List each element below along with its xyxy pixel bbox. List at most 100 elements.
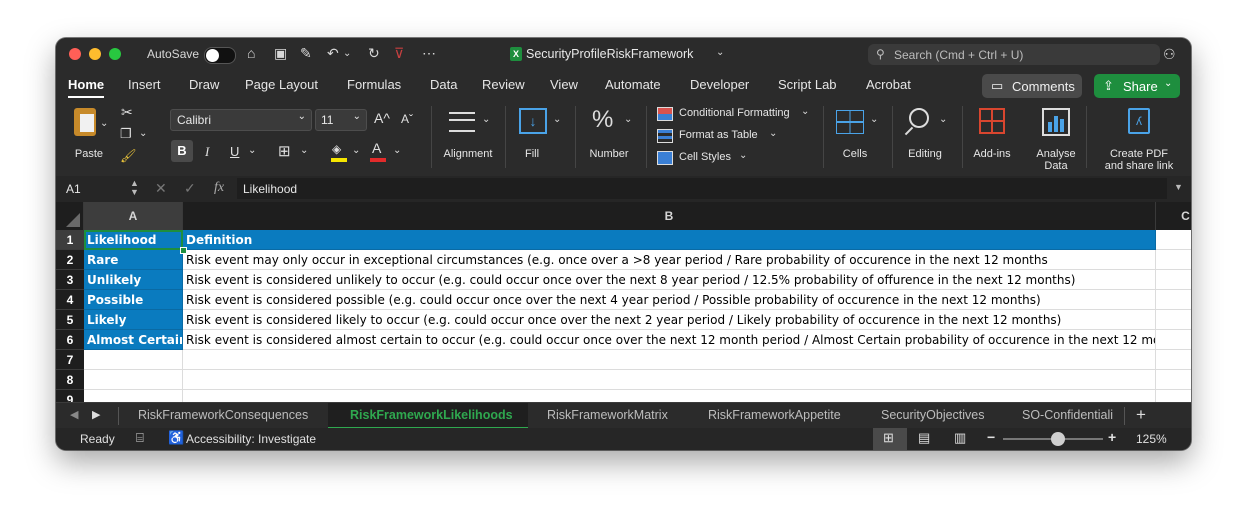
cell-b4[interactable]: Risk event is considered possible (e.g. …: [183, 290, 1156, 310]
row-header-7[interactable]: 7: [56, 350, 84, 370]
add-sheet-icon[interactable]: +: [1136, 405, 1146, 425]
prev-sheet-icon[interactable]: ◀: [70, 408, 78, 421]
tab-view[interactable]: View: [550, 77, 578, 92]
name-box[interactable]: A1: [66, 182, 81, 196]
number-button[interactable]: % ⌄ Number: [586, 106, 638, 168]
zoom-slider-knob[interactable]: [1051, 432, 1065, 446]
paste-button[interactable]: ⌄ Paste: [70, 106, 112, 164]
comments-button[interactable]: ▭ Comments: [982, 74, 1082, 98]
zoom-in-icon[interactable]: +: [1108, 429, 1116, 445]
font-color-button[interactable]: A: [370, 140, 386, 162]
tab-acrobat[interactable]: Acrobat: [866, 77, 911, 92]
cut-icon[interactable]: ✂: [121, 104, 133, 121]
confirm-entry-icon[interactable]: ✓: [184, 180, 196, 197]
cell-a4[interactable]: Possible: [84, 290, 183, 310]
sheet-tab-likelihoods-bg[interactable]: RiskFrameworkLikelihoods: [328, 403, 528, 429]
formula-input[interactable]: Likelihood: [237, 178, 1167, 199]
title-chevron-icon[interactable]: ⌄: [716, 47, 724, 58]
zoom-slider[interactable]: [1003, 432, 1103, 446]
cell-a6[interactable]: Almost Certain: [84, 330, 183, 350]
underline-chevron-icon[interactable]: ⌄: [248, 145, 256, 156]
cell-a2[interactable]: Rare: [84, 250, 183, 270]
format-painter-icon[interactable]: 🖌: [120, 148, 137, 164]
row-header-3[interactable]: 3: [56, 270, 84, 290]
cell-b1[interactable]: Definition: [183, 230, 1156, 250]
cell-b8[interactable]: [183, 370, 1156, 390]
decrease-font-size-icon[interactable]: Aˇ: [401, 112, 413, 126]
cell-a9[interactable]: [84, 390, 183, 402]
cell-b7[interactable]: [183, 350, 1156, 370]
expand-formula-icon[interactable]: ▼: [1174, 182, 1183, 192]
fill-color-chevron-icon[interactable]: ⌄: [352, 145, 360, 156]
tab-data[interactable]: Data: [430, 77, 457, 92]
cell-c6[interactable]: [1156, 330, 1191, 350]
cell-a7[interactable]: [84, 350, 183, 370]
cell-b2[interactable]: Risk event may only occur in exceptional…: [183, 250, 1156, 270]
page-break-view-icon[interactable]: ▥: [954, 430, 966, 446]
cell-c8[interactable]: [1156, 370, 1191, 390]
editing-button[interactable]: ⌄ Editing: [901, 106, 955, 168]
fill-button[interactable]: ↓ ⌄ Fill: [515, 106, 565, 168]
save-as-icon[interactable]: ✎: [300, 45, 312, 62]
zoom-out-icon[interactable]: −: [987, 429, 995, 445]
sheet-tab-consequences[interactable]: RiskFrameworkConsequences: [138, 408, 308, 422]
sheet-tab-likelihoods[interactable]: RiskFrameworkLikelihoods: [350, 408, 513, 422]
cell-c2[interactable]: [1156, 250, 1191, 270]
paste-chevron-icon[interactable]: ⌄: [100, 118, 108, 129]
row-header-4[interactable]: 4: [56, 290, 84, 310]
fill-handle[interactable]: [180, 247, 187, 254]
cancel-entry-icon[interactable]: ✕: [155, 180, 167, 197]
save-icon[interactable]: ▣: [274, 45, 287, 62]
row-header-1[interactable]: 1: [56, 230, 84, 250]
format-as-table-button[interactable]: Format as Table ⌄: [657, 128, 797, 146]
cell-a3[interactable]: Unlikely: [84, 270, 183, 290]
cell-b5[interactable]: Risk event is considered likely to occur…: [183, 310, 1156, 330]
insert-function-icon[interactable]: fx: [214, 180, 224, 196]
copy-chevron-icon[interactable]: ⌄: [139, 128, 147, 139]
cell-c9[interactable]: [1156, 390, 1191, 402]
fill-color-button[interactable]: ◈: [331, 142, 347, 162]
tab-developer[interactable]: Developer: [690, 77, 749, 92]
row-header-8[interactable]: 8: [56, 370, 84, 390]
cell-a8[interactable]: [84, 370, 183, 390]
tab-draw[interactable]: Draw: [189, 77, 219, 92]
share-button[interactable]: ⇪ Share ⌄: [1094, 74, 1180, 98]
conditional-formatting-button[interactable]: Conditional Formatting ⌄: [657, 106, 817, 124]
zoom-window-button[interactable]: [109, 48, 121, 60]
borders-icon[interactable]: ⊞: [278, 142, 291, 160]
font-size-select[interactable]: 11 ⌄: [315, 109, 367, 131]
cell-styles-button[interactable]: Cell Styles ⌄: [657, 150, 777, 168]
accessibility-icon[interactable]: ♿: [168, 430, 184, 446]
cell-b6[interactable]: Risk event is considered almost certain …: [183, 330, 1156, 350]
tab-page-layout[interactable]: Page Layout: [245, 77, 318, 92]
tab-automate[interactable]: Automate: [605, 77, 661, 92]
font-name-select[interactable]: Calibri ⌄: [170, 109, 312, 131]
alignment-button[interactable]: ⌄ Alignment: [441, 106, 495, 168]
redo-icon[interactable]: ↻: [368, 45, 380, 62]
column-header-a[interactable]: A: [84, 202, 183, 230]
cell-c5[interactable]: [1156, 310, 1191, 330]
autosave-toggle[interactable]: [204, 47, 236, 64]
row-header-9[interactable]: 9: [56, 390, 84, 402]
close-window-button[interactable]: [69, 48, 81, 60]
create-pdf-button[interactable]: ʎ Create PDF and share link: [1096, 106, 1182, 172]
copy-icon[interactable]: ❐: [120, 126, 132, 142]
home-icon[interactable]: ⌂: [247, 45, 255, 61]
accessibility-status[interactable]: Accessibility: Investigate: [186, 432, 316, 446]
page-layout-view-icon[interactable]: ▤: [918, 430, 930, 446]
select-all-corner[interactable]: [56, 202, 84, 230]
document-title[interactable]: SecurityProfileRiskFramework: [526, 47, 693, 61]
borders-chevron-icon[interactable]: ⌄: [300, 145, 308, 156]
row-header-5[interactable]: 5: [56, 310, 84, 330]
macro-recording-icon[interactable]: ⌸: [136, 430, 144, 446]
minimize-window-button[interactable]: [89, 48, 101, 60]
collaborators-icon[interactable]: ⚇: [1163, 46, 1176, 63]
tab-formulas[interactable]: Formulas: [347, 77, 401, 92]
addins-button[interactable]: Add-ins: [969, 106, 1015, 168]
increase-font-size-icon[interactable]: A^: [374, 110, 390, 126]
tab-script-lab[interactable]: Script Lab: [778, 77, 837, 92]
cell-a1[interactable]: Likelihood: [84, 230, 183, 250]
cell-c7[interactable]: [1156, 350, 1191, 370]
undo-icon[interactable]: ↶: [327, 45, 339, 62]
cell-b9[interactable]: [183, 390, 1156, 402]
